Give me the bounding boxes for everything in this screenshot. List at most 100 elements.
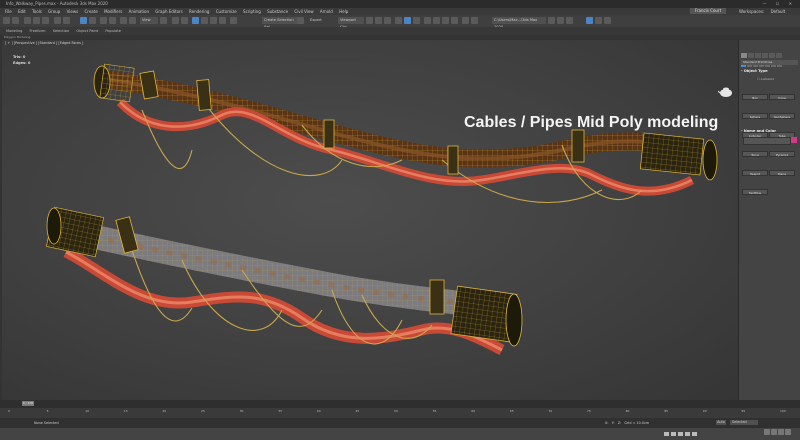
render-in-cloud-icon[interactable] [471,17,478,24]
tab-populate[interactable]: Populate [105,27,121,35]
track-bar[interactable] [0,408,800,418]
percent-snap-icon[interactable] [210,17,217,24]
viewcube-teapot-icon[interactable] [718,86,734,98]
select-rotate-icon[interactable] [109,17,116,24]
auto-key-button[interactable]: Auto [716,420,726,425]
menu-substance[interactable]: Substance [267,8,288,15]
reference-coord-dropdown[interactable]: View [140,17,158,24]
key-filter-dropdown[interactable]: Selected [730,420,758,425]
coordinate-display[interactable]: X: Y: Z: Grid = 10.0cm [605,418,649,428]
menu-civil-view[interactable]: Civil View [294,8,313,15]
render-setup-icon[interactable] [433,17,440,24]
menu-animation[interactable]: Animation [129,8,149,15]
sphere-button[interactable]: Sphere [742,113,768,119]
snap-toggle-icon[interactable] [192,17,199,24]
ribbon-panel-label[interactable]: Polygon Modeling [4,35,30,39]
rendered-frame-window-icon[interactable] [442,17,449,24]
material-editor-icon[interactable] [424,17,431,24]
bind-space-warp-icon[interactable] [42,17,49,24]
menu-graph-editors[interactable]: Graph Editors [155,8,182,15]
perspective-viewport[interactable]: [ + ] [Perspective ] [Standard ] [Edged … [2,40,738,400]
orbit-icon[interactable] [771,429,777,435]
redo-icon[interactable] [12,17,19,24]
spinner-snap-icon[interactable] [219,17,226,24]
sign-in-button[interactable]: Francis Court [690,8,726,14]
menu-group[interactable]: Group [48,8,60,15]
mirror-icon[interactable] [297,17,304,24]
plane-button[interactable]: Plane [769,170,795,176]
selection-filter-icon[interactable] [54,17,61,24]
select-move-icon[interactable] [100,17,107,24]
cone-button[interactable]: Cone [769,94,795,100]
box-button[interactable]: Box [742,94,768,100]
tab-freeform[interactable]: Freeform [30,27,46,35]
tab-object-paint[interactable]: Object Paint [76,27,98,35]
pyramid-button[interactable]: Pyramid [769,151,795,157]
align-icon[interactable] [366,17,373,24]
pivot-center-icon[interactable] [160,17,167,24]
link-icon[interactable] [24,17,31,24]
selection-set-dropdown[interactable]: Create Selection Set [262,17,298,29]
undo-icon[interactable] [3,17,10,24]
viewport-layout-icon[interactable] [586,17,593,24]
torus-button[interactable]: Torus [742,151,768,157]
window-crossing-icon[interactable] [89,17,96,24]
save-folder-icon[interactable] [566,17,573,24]
project-folder-icon[interactable] [548,17,555,24]
geosphere-button[interactable]: GeoSphere [769,113,795,119]
go-to-end-icon[interactable] [692,432,697,436]
teapot-button[interactable]: Teapot [742,170,768,176]
tab-modeling[interactable]: Modeling [6,27,22,35]
unlink-icon[interactable] [33,17,40,24]
keyboard-shortcut-icon[interactable] [181,17,188,24]
textplus-button[interactable]: TextPlus [742,189,768,195]
menu-edit[interactable]: Edit [18,8,26,15]
project-path-dropdown[interactable]: C:\Users\Max...\3ds Max 2020 [492,17,546,29]
window-controls[interactable]: — ☐ ✕ [763,0,796,8]
edit-named-selection-icon[interactable] [230,17,237,24]
open-folder-icon[interactable] [557,17,564,24]
zoom-icon[interactable] [764,429,770,435]
export-label[interactable]: Export [308,17,324,24]
scene-geometry[interactable] [2,40,738,400]
go-to-start-icon[interactable] [664,432,669,436]
maximize-viewport-icon[interactable] [595,17,602,24]
menu-file[interactable]: File [5,8,12,15]
placement-icon[interactable] [129,17,136,24]
scene-explorer-icon[interactable] [375,17,382,24]
maximize-toggle-icon[interactable] [785,429,791,435]
render-dropdown[interactable]: Viewport Clip [338,17,364,29]
menu-customize[interactable]: Customize [216,8,237,15]
workspace-selector[interactable]: Workspaces: Default [734,8,785,15]
menu-modifiers[interactable]: Modifiers [104,8,122,15]
select-scale-icon[interactable] [120,17,127,24]
object-name-input[interactable] [743,137,791,145]
time-slider-track[interactable] [0,400,800,408]
menu-scripting[interactable]: Scripting [243,8,261,15]
pan-icon[interactable] [778,429,784,435]
autogrid-checkbox[interactable]: ☐ AutoGrid [757,77,774,81]
layer-explorer-icon[interactable] [384,17,391,24]
menu-create[interactable]: Create [84,8,97,15]
primitive-type-dropdown[interactable]: Standard Primitives [741,60,798,65]
menu-rendering[interactable]: Rendering [189,8,209,15]
play-icon[interactable] [678,432,683,436]
select-manipulate-icon[interactable] [172,17,179,24]
next-frame-icon[interactable] [685,432,690,436]
menu-arnold[interactable]: Arnold [320,8,333,15]
name-color-rollout[interactable]: - Name and Color [741,128,798,134]
object-type-rollout[interactable]: - Object Type [741,68,798,74]
select-region-icon[interactable] [80,17,87,24]
angle-snap-icon[interactable] [201,17,208,24]
select-object-icon[interactable] [63,17,70,24]
menu-tools[interactable]: Tools [32,8,42,15]
curve-editor-icon[interactable] [404,17,411,24]
render-production-icon[interactable] [451,17,458,24]
schematic-view-icon[interactable] [413,17,420,24]
object-color-swatch[interactable] [791,137,797,143]
time-slider[interactable]: 0 / 100 [22,401,34,406]
menu-help[interactable]: Help [339,8,348,15]
isolate-icon[interactable] [604,17,611,24]
toggle-ribbon-icon[interactable] [395,17,402,24]
tab-selection[interactable]: Selection [53,27,70,35]
